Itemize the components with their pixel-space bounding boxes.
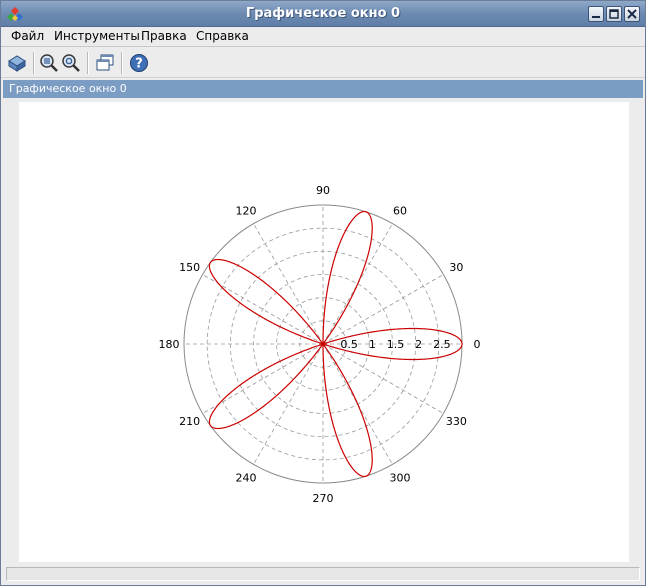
graphics-window: Графическое окно 0 Файл Инструменты Прав…	[0, 0, 646, 586]
menu-edit[interactable]: Правка	[141, 29, 187, 43]
status-bar	[6, 567, 640, 581]
angle-grid-line	[202, 343, 324, 414]
menu-file[interactable]: Файл	[11, 29, 44, 43]
angle-tick-label: 90	[316, 184, 330, 197]
angle-tick-label: 330	[446, 415, 467, 428]
angle-tick-label: 0	[474, 338, 481, 351]
angle-tick-label: 210	[179, 415, 200, 428]
radial-tick-label: 0.5	[340, 338, 358, 351]
angle-tick-label: 300	[390, 471, 411, 484]
help-icon[interactable]: ?	[129, 53, 149, 73]
panel-header: Графическое окно 0	[3, 80, 643, 98]
zoom-in-icon[interactable]	[39, 53, 59, 73]
radial-tick-label: 1.5	[387, 338, 405, 351]
angle-tick-label: 60	[393, 205, 407, 218]
maximize-button[interactable]	[606, 6, 622, 22]
angle-grid-line	[253, 343, 324, 465]
minimize-icon	[592, 16, 600, 18]
menu-bar: Файл Инструменты Правка Справка	[1, 27, 645, 47]
toolbar-separator	[87, 52, 89, 74]
close-button[interactable]	[624, 6, 640, 22]
plot-area[interactable]: 0 30 60 90 120 150 180 210 240 270 300 330 0.5 1 1.5 2 2…	[19, 102, 629, 562]
polar-chart: 0 30 60 90 120 150 180 210 240 270 300 330 0.5 1 1.5 2 2…	[159, 184, 481, 505]
angle-tick-label: 180	[159, 338, 180, 351]
angle-tick-label: 150	[179, 261, 200, 274]
toolbar-separator	[33, 52, 35, 74]
menu-tools[interactable]: Инструменты	[54, 29, 140, 43]
angle-tick-label: 240	[236, 471, 257, 484]
axis-labels: 0 30 60 90 120 150 180 210 240 270 300 330 0.5 1 1.5 2 2…	[159, 184, 481, 505]
minimize-button[interactable]	[588, 6, 604, 22]
toolbar: ?	[1, 48, 645, 78]
new-window-icon[interactable]	[95, 53, 115, 73]
svg-text:?: ?	[135, 57, 143, 72]
menu-help[interactable]: Справка	[196, 29, 249, 43]
zoom-reset-icon[interactable]	[61, 53, 81, 73]
maximize-icon	[609, 9, 619, 19]
radial-tick-label: 1	[369, 338, 376, 351]
radial-tick-label: 2	[415, 338, 422, 351]
window-title: Графическое окно 0	[245, 6, 401, 21]
close-icon	[627, 9, 637, 19]
angle-tick-label: 120	[236, 205, 257, 218]
angle-tick-label: 30	[449, 261, 463, 274]
angle-tick-label: 270	[313, 492, 334, 505]
radial-tick-label: 2.5	[433, 338, 451, 351]
toolbar-separator	[121, 52, 123, 74]
title-bar[interactable]: Графическое окно 0	[1, 1, 645, 27]
rotate-icon[interactable]	[7, 53, 27, 73]
